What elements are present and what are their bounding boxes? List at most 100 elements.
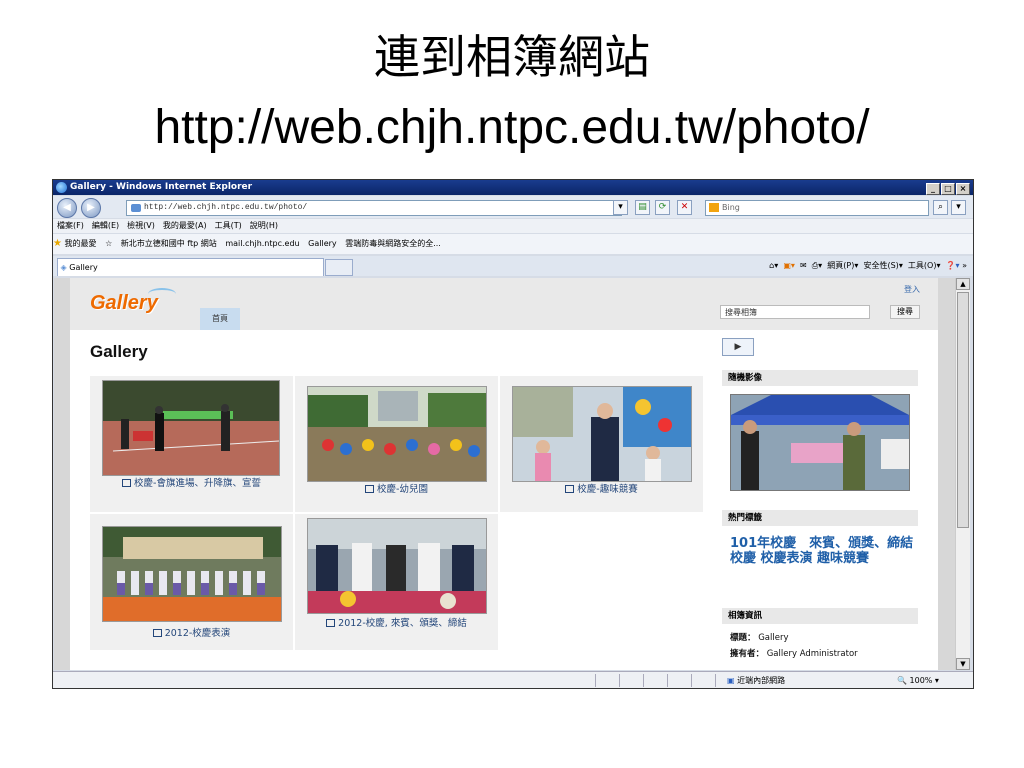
page-icon <box>131 204 141 212</box>
search-provider-label: Bing <box>722 203 740 212</box>
menu-item[interactable]: 我的最愛(A) <box>163 221 207 230</box>
ie-logo-icon <box>56 182 67 193</box>
album-card[interactable]: 2012-校慶表演 <box>90 514 294 651</box>
logo-swoosh-icon <box>148 288 176 300</box>
album-thumbnail[interactable] <box>307 386 487 482</box>
album-search-button[interactable]: 搜尋 <box>890 305 920 319</box>
menu-item[interactable]: 說明(H) <box>250 221 278 230</box>
status-divider <box>595 674 596 687</box>
address-dropdown-icon[interactable]: ▾ <box>613 200 628 215</box>
album-info-header: 相簿資訊 <box>722 608 918 624</box>
album-card[interactable]: 校慶-會旗進場、升降旗、宣誓 <box>90 376 294 513</box>
album-card[interactable]: 校慶-幼兒園 <box>295 376 499 513</box>
album-icon <box>326 619 336 627</box>
vertical-scrollbar[interactable]: ▲ ▼ <box>955 278 970 670</box>
album-info-title: 標題： Gallery <box>730 633 789 643</box>
album-title[interactable]: 校慶-趣味競賽 <box>506 484 697 496</box>
album-title[interactable]: 校慶-會旗進場、升降旗、宣誓 <box>96 478 287 490</box>
print-icon[interactable]: ⎙▾ <box>812 261 822 270</box>
refresh-icon[interactable]: ⟳ <box>655 200 670 215</box>
scroll-down-icon[interactable]: ▼ <box>956 658 970 670</box>
close-window-button[interactable]: × <box>956 183 970 195</box>
scroll-up-icon[interactable]: ▲ <box>956 278 970 290</box>
album-thumbnail[interactable] <box>307 518 487 614</box>
page-menu[interactable]: 網頁(P) <box>827 261 854 270</box>
compatibility-icon[interactable]: ▤ <box>635 200 650 215</box>
menu-item[interactable]: 工具(T) <box>215 221 242 230</box>
album-info-owner: 擁有者： Gallery Administrator <box>730 649 858 659</box>
album-card[interactable]: 校慶-趣味競賽 <box>500 376 704 513</box>
forward-button[interactable]: ▶ <box>81 198 101 218</box>
zoom-control[interactable]: 🔍 100% ▾ <box>897 672 939 688</box>
home-icon[interactable]: ⌂▾ <box>769 261 778 270</box>
album-title[interactable]: 2012-校慶表演 <box>96 628 287 640</box>
gallery-heading: Gallery <box>90 342 148 361</box>
random-photo-header: 隨機影像 <box>722 370 918 386</box>
album-thumbnail[interactable] <box>512 386 692 482</box>
album-thumbnail[interactable] <box>102 526 282 622</box>
status-divider <box>619 674 620 687</box>
security-zone: ▣ 近端內部網路 <box>727 676 786 685</box>
help-icon[interactable]: ❓▾ <box>946 261 960 270</box>
browser-window: Gallery - Windows Internet Explorer _ □ × … <box>52 179 974 689</box>
favorites-label[interactable]: 我的最愛 <box>65 239 97 248</box>
album-title[interactable]: 校慶-幼兒園 <box>301 484 492 496</box>
album-title[interactable]: 2012-校慶, 來賓、頒獎、締結 <box>301 618 492 630</box>
album-icon <box>122 479 132 487</box>
tab-title: Gallery <box>69 263 98 272</box>
search-go-icon[interactable]: ⌕ <box>933 200 948 215</box>
minimize-button[interactable]: _ <box>926 183 940 195</box>
menu-item[interactable]: 檢視(V) <box>127 221 155 230</box>
favorite-link-security[interactable]: 雲端防毒與網路安全的全... <box>345 239 441 248</box>
nav-home-tab[interactable]: 首頁 <box>200 308 240 330</box>
status-divider <box>667 674 668 687</box>
feeds-icon[interactable]: ▣▾ <box>783 261 795 270</box>
album-grid: 校慶-會旗進場、升降旗、宣誓 校慶-幼兒園 校慶-趣味競賽 2012-校慶表演 … <box>90 376 706 656</box>
album-thumbnail[interactable] <box>102 380 280 476</box>
favorite-link-ftp[interactable]: 新北市立德和國中 ftp 網站 <box>121 239 217 248</box>
favorite-link-gallery[interactable]: Gallery <box>308 239 337 248</box>
status-divider <box>715 674 716 687</box>
tags-header: 熱門標籤 <box>722 510 918 526</box>
menu-item[interactable]: 編輯(E) <box>92 221 119 230</box>
search-options-icon[interactable]: ▾ <box>951 200 966 215</box>
window-title: Gallery - Windows Internet Explorer <box>70 182 253 192</box>
favorites-bar: ★ 我的最愛 ☆ 新北市立德和國中 ftp 網站 mail.chjh.ntpc.… <box>53 234 973 254</box>
site-header: Gallery 首頁 登入 搜尋相簿 搜尋 <box>70 278 938 330</box>
login-link[interactable]: 登入 <box>904 284 920 295</box>
slideshow-icon[interactable]: ▶ <box>722 338 754 356</box>
back-button[interactable]: ◀ <box>57 198 77 218</box>
tools-menu[interactable]: 工具(O) <box>908 261 937 270</box>
scroll-thumb[interactable] <box>957 292 969 528</box>
gallery-page: Gallery 首頁 登入 搜尋相簿 搜尋 Gallery 校慶-會旗進場、升降… <box>70 278 938 670</box>
safety-menu[interactable]: 安全性(S) <box>863 261 898 270</box>
maximize-button[interactable]: □ <box>941 183 955 195</box>
address-bar[interactable]: http://web.chjh.ntpc.edu.tw/photo/ <box>126 200 622 216</box>
popular-tags[interactable]: 101年校慶 來賓、頒獎、締結 校慶 校慶表演 趣味競賽 <box>730 536 920 566</box>
slide-url: http://web.chjh.ntpc.edu.tw/photo/ <box>154 101 870 154</box>
add-favorite-icon[interactable]: ☆ <box>105 239 112 248</box>
window-titlebar[interactable]: Gallery - Windows Internet Explorer _ □ × <box>53 180 973 195</box>
random-photo[interactable] <box>730 394 910 491</box>
album-icon <box>152 629 162 637</box>
menu-item[interactable]: 檔案(F) <box>57 221 84 230</box>
address-text: http://web.chjh.ntpc.edu.tw/photo/ <box>144 203 308 212</box>
tab-gallery[interactable]: ◈ Gallery <box>57 258 324 276</box>
mail-icon[interactable]: ✉ <box>800 261 807 270</box>
status-divider <box>643 674 644 687</box>
slide-title: 連到相簿網站 <box>374 30 650 84</box>
page-viewport: Gallery 首頁 登入 搜尋相簿 搜尋 Gallery 校慶-會旗進場、升降… <box>54 278 955 670</box>
album-search-input[interactable]: 搜尋相簿 <box>720 305 870 319</box>
menu-bar: 檔案(F) 編輯(E) 檢視(V) 我的最愛(A) 工具(T) 說明(H) <box>53 219 973 233</box>
album-icon <box>365 485 375 493</box>
search-provider-box[interactable]: Bing <box>705 200 929 216</box>
new-tab-button[interactable] <box>325 259 353 276</box>
tab-bar: ◈ Gallery ⌂▾ ▣▾ ✉ ⎙▾ 網頁(P)▾ 安全性(S)▾ 工具(O… <box>53 256 973 276</box>
favorite-link-mail[interactable]: mail.chjh.ntpc.edu <box>225 239 299 248</box>
address-toolbar: ◀ ▶ http://web.chjh.ntpc.edu.tw/photo/ ▾… <box>53 196 973 218</box>
status-divider <box>691 674 692 687</box>
command-bar: ⌂▾ ▣▾ ✉ ⎙▾ 網頁(P)▾ 安全性(S)▾ 工具(O)▾ ❓▾ » <box>769 261 967 270</box>
album-card[interactable]: 2012-校慶, 來賓、頒獎、締結 <box>295 514 499 651</box>
favorites-star-icon[interactable]: ★ <box>53 238 62 249</box>
stop-icon[interactable]: ✕ <box>677 200 692 215</box>
